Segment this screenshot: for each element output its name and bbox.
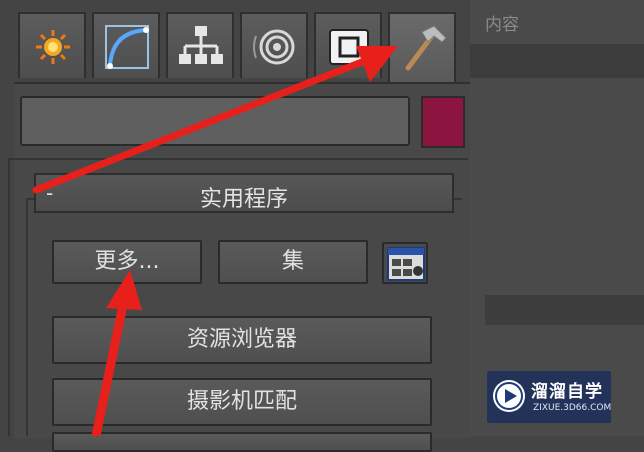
more-button[interactable]: 更多... — [52, 240, 202, 284]
watermark-title: 溜溜自学 — [531, 382, 603, 402]
object-color-swatch[interactable] — [421, 96, 465, 148]
sets-button[interactable]: 集 — [218, 240, 368, 284]
hammer-icon — [405, 25, 447, 71]
configure-button-sets-button[interactable] — [382, 242, 428, 284]
watermark-subtitle: ZIXUE.3D66.COM — [533, 403, 612, 413]
tab-create[interactable] — [18, 12, 86, 78]
tab-modify[interactable] — [92, 12, 160, 78]
utilities-rollout-header[interactable]: - 实用程序 — [34, 173, 454, 213]
tab-hierarchy[interactable] — [166, 12, 234, 78]
configure-button-sets-icon — [387, 247, 425, 281]
camera-match-button[interactable]: 摄影机匹配 — [52, 378, 432, 426]
next-utility-button[interactable] — [52, 432, 432, 452]
asset-browser-button[interactable]: 资源浏览器 — [52, 316, 432, 364]
tab-utilities[interactable] — [388, 12, 456, 82]
right-panel-strip-lower — [485, 295, 644, 325]
modify-curve-icon — [105, 25, 149, 69]
hierarchy-icon — [179, 26, 223, 64]
tab-display[interactable] — [314, 12, 382, 78]
tab-motion[interactable] — [240, 12, 308, 78]
display-icon — [329, 29, 369, 65]
watermark-play-icon — [493, 380, 525, 412]
right-panel-strip — [470, 44, 644, 78]
right-panel-label: 内容 — [485, 15, 519, 35]
object-name-field[interactable] — [20, 96, 410, 146]
create-star-icon — [36, 30, 70, 64]
rollout-title: 实用程序 — [199, 187, 288, 212]
motion-icon — [253, 29, 295, 65]
command-panel-tabs — [18, 12, 468, 82]
watermark-logo: 溜溜自学 ZIXUE.3D66.COM — [487, 371, 611, 423]
